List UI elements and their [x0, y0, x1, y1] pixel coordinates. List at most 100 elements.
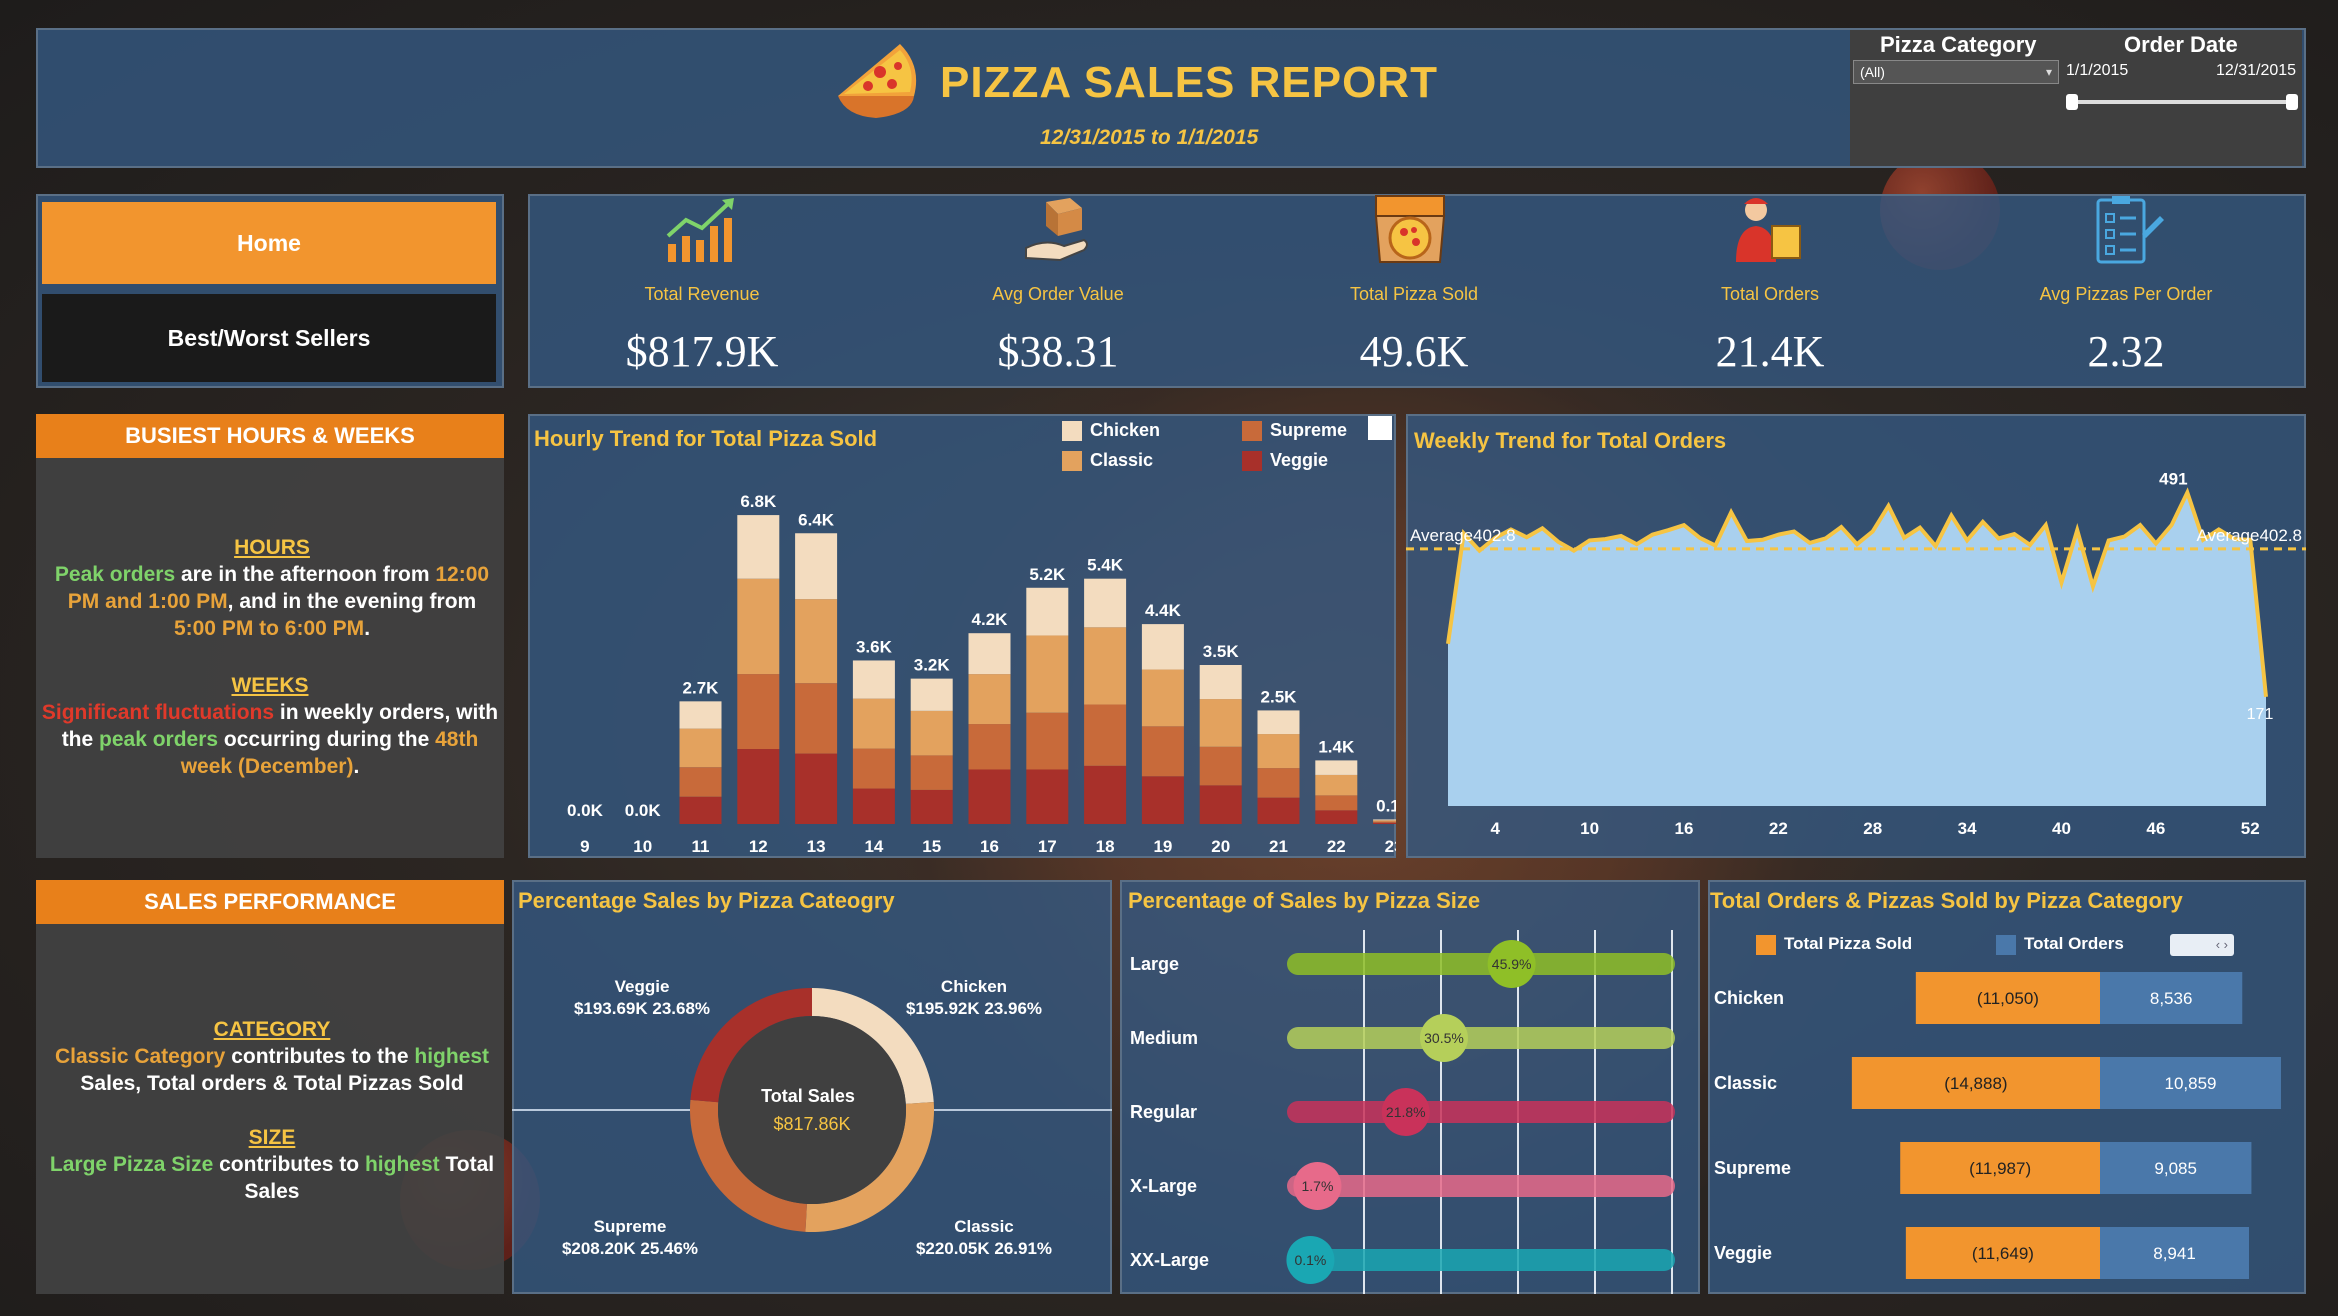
data-label: (11,649) [1972, 1244, 2034, 1263]
category-insight: CATEGORY Classic Category contributes to… [44, 1016, 500, 1097]
bar-segment-classic [1373, 820, 1396, 822]
y-tick-label: Classic [1714, 1073, 1777, 1093]
text-span: Classic Category [54, 1045, 226, 1068]
bar-segment-supreme [1141, 726, 1184, 777]
size-text: Large Pizza Size contributes to highest … [44, 1151, 500, 1205]
x-tick-label: 22 [1327, 837, 1346, 856]
bar-segment-classic [910, 710, 953, 756]
date-slider-start-handle[interactable] [2066, 94, 2078, 110]
bar-segment-chicken [795, 533, 838, 600]
kpi-value: $38.31 [997, 327, 1119, 376]
bar-segment-classic [968, 674, 1011, 725]
data-label: 30.5% [1424, 1030, 1464, 1046]
bar-segment-veggie [852, 788, 895, 824]
y-tick-label: Large [1130, 954, 1179, 974]
x-tick-label: 10 [1580, 819, 1599, 838]
bar-segment-classic [1315, 774, 1358, 796]
category-select[interactable]: (All) ▾ [1853, 60, 2059, 84]
data-label: 0.0K [625, 801, 662, 820]
bar-segment-veggie [1026, 769, 1069, 824]
hourly-chart: 0.0K 9 0.0K 10 2.7K 11 6.8K 12 6.4K 13 3.6K 14 3.2K 1… [567, 492, 1396, 856]
bar-segment-classic [1084, 627, 1127, 705]
busiest-heading: BUSIEST HOURS & WEEKS [36, 414, 504, 458]
text-span: Large Pizza Size [49, 1153, 214, 1176]
kpi-label: Total Orders [1720, 284, 1820, 304]
bar-segment-classic [1199, 699, 1242, 747]
revenue-chart-icon [666, 198, 734, 262]
x-tick-label: 16 [1675, 819, 1694, 838]
kpi-value: 2.32 [2087, 327, 2165, 376]
x-tick-label: 20 [1211, 837, 1230, 856]
size-chart: Large 45.9% Medium 30.5% Regular 21.8% X-Large… [1130, 930, 1675, 1294]
bar-segment-chicken [1141, 624, 1184, 670]
x-tick-label: 17 [1038, 837, 1057, 856]
data-label: 3.5K [1203, 642, 1240, 661]
performance-heading: SALES PERFORMANCE [36, 880, 504, 924]
bar-segment-classic [795, 599, 838, 684]
bar-segment-veggie [1373, 822, 1396, 824]
kpi-label: Total Pizza Sold [1349, 284, 1479, 304]
y-tick-label: XX-Large [1130, 1250, 1209, 1270]
bar-segment-classic [1141, 669, 1184, 727]
x-tick-label: 28 [1863, 819, 1882, 838]
hours-title: HOURS [234, 536, 310, 559]
bar-segment-veggie [1141, 776, 1184, 824]
donut-hole [718, 1016, 906, 1204]
weeks-title: WEEKS [231, 674, 309, 697]
x-tick-label: 23 [1385, 837, 1396, 856]
bar-segment-supreme [795, 683, 838, 754]
text-span: highest [414, 1045, 490, 1068]
text-span: . [353, 755, 360, 778]
average-label-right: Average402.8 [2196, 526, 2302, 545]
data-label: 0.1K [1376, 796, 1396, 815]
text-span: Sales, Total orders & Total Pizzas Sold [80, 1072, 464, 1095]
data-label: 9,085 [2154, 1159, 2197, 1178]
box-hand-icon [1025, 198, 1088, 262]
text-span: contributes to the [225, 1045, 415, 1068]
y-tick-label: Supreme [1714, 1158, 1791, 1178]
kpi-label: Total Revenue [644, 284, 760, 304]
bar-segment-veggie [1315, 810, 1358, 824]
bar-segment-chicken [852, 660, 895, 699]
kpi-label: Avg Order Value [992, 284, 1124, 304]
center-value: $817.86K [773, 1114, 850, 1134]
bar-segment-chicken [910, 678, 953, 711]
date-slider-end-handle[interactable] [2286, 94, 2298, 110]
data-label: 21.8% [1386, 1104, 1426, 1120]
date-end-label: 12/31/2015 [2216, 62, 2297, 79]
x-tick-label: 12 [749, 837, 768, 856]
data-label: 5.2K [1029, 565, 1066, 584]
average-label-left: Average402.8 [1410, 526, 1516, 545]
bar-segment-veggie [1199, 785, 1242, 824]
bar-segment-veggie [1257, 797, 1300, 824]
bar-segment-chicken [679, 701, 722, 729]
bar-segment-supreme [910, 755, 953, 790]
x-tick-label: 10 [633, 837, 652, 856]
weekly-chart: Average402.8 Average402.8 491 171 4 10 16 22 28 3… [1406, 470, 2306, 838]
slice-name-label: Chicken [941, 977, 1007, 996]
bar-segment-supreme [737, 674, 780, 750]
y-tick-label: X-Large [1130, 1176, 1197, 1196]
date-filter-label: Order Date [2124, 32, 2238, 57]
date-slider-track[interactable] [2072, 100, 2292, 104]
clipboard-checklist-icon [2096, 196, 2164, 264]
x-tick-label: 13 [807, 837, 826, 856]
data-label: 8,941 [2153, 1244, 2196, 1263]
best-worst-sellers-button[interactable]: Best/Worst Sellers [42, 294, 496, 382]
data-label: (11,050) [1977, 989, 2039, 1008]
x-tick-label: 52 [2241, 819, 2260, 838]
text-span: . [364, 617, 371, 640]
center-title: Total Sales [761, 1086, 855, 1106]
bar-segment-veggie [679, 796, 722, 824]
data-label: 2.7K [683, 678, 720, 697]
home-button[interactable]: Home [42, 202, 496, 284]
bar-segment-veggie [1084, 765, 1127, 824]
data-label: 1.7% [1302, 1178, 1334, 1194]
slice-value-label: $220.05K 26.91% [916, 1239, 1052, 1258]
data-label: 10,859 [2164, 1074, 2216, 1093]
bar-segment-supreme [968, 724, 1011, 770]
text-span: contributes to [213, 1153, 365, 1176]
data-label: 6.4K [798, 510, 835, 529]
bar-segment-supreme [1373, 821, 1396, 823]
bar-segment-classic [1257, 734, 1300, 769]
